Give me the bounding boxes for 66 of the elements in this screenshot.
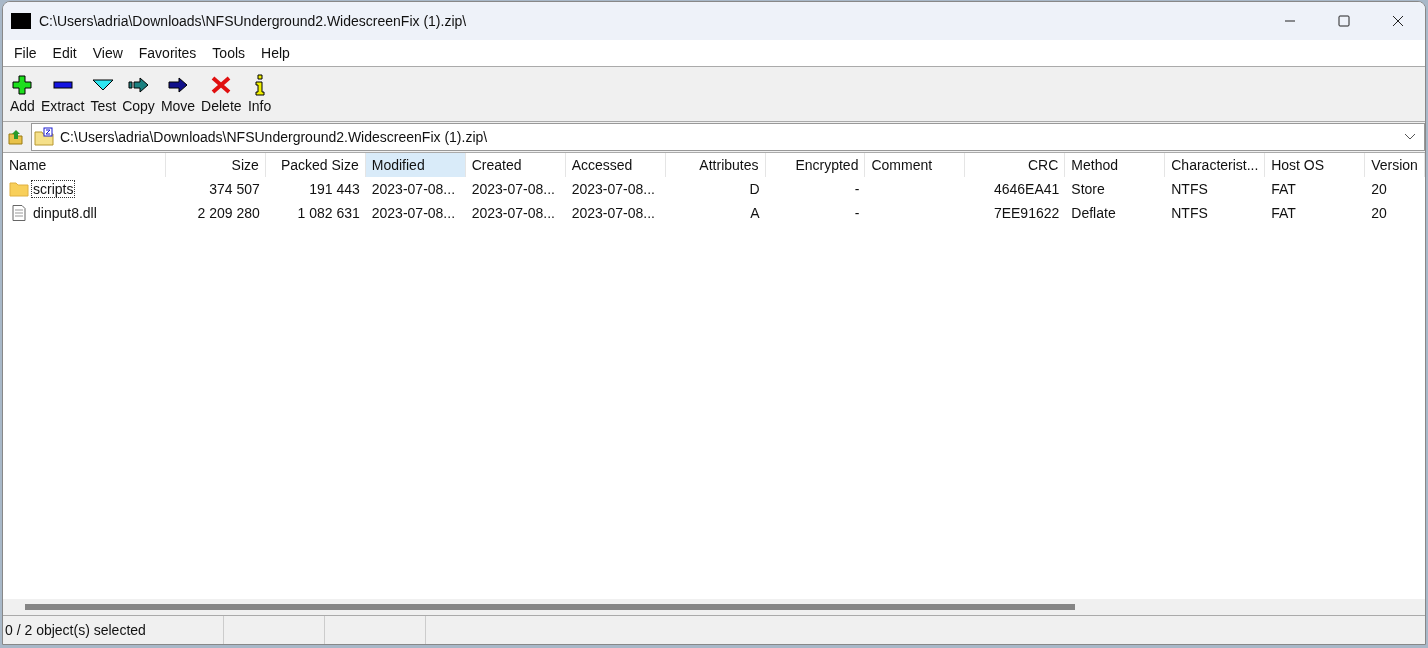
- table-cell: -: [854, 181, 860, 197]
- app-logo-icon: [11, 13, 31, 29]
- table-cell: 191 443: [309, 181, 360, 197]
- table-cell: Store: [1071, 181, 1105, 197]
- window-title: C:\Users\adria\Downloads\NFSUnderground2.WidescreenFix (1).zip\: [39, 13, 467, 29]
- dropdown-caret-icon[interactable]: [1404, 133, 1416, 141]
- column-header[interactable]: Name: [3, 153, 166, 177]
- column-header[interactable]: Packed Size: [265, 153, 366, 177]
- column-header[interactable]: CRC: [965, 153, 1066, 177]
- menu-item[interactable]: View: [84, 45, 131, 61]
- folder-icon: [9, 181, 29, 197]
- menu-item[interactable]: Favorites: [130, 45, 205, 61]
- scrollbar-thumb[interactable]: [25, 604, 1075, 610]
- table-cell: 2023-07-08...: [571, 181, 655, 197]
- table-cell: 2023-07-08...: [571, 205, 655, 221]
- table-cell: -: [854, 205, 860, 221]
- toolbar-button[interactable]: Copy: [119, 74, 158, 114]
- column-header[interactable]: Size: [165, 153, 266, 177]
- table-cell: 374 507: [209, 181, 260, 197]
- copy-arrow-icon: [126, 74, 151, 96]
- table-cell: 1 082 631: [297, 205, 360, 221]
- table-cell: 2023-07-08...: [471, 205, 555, 221]
- column-header[interactable]: Accessed: [565, 153, 666, 177]
- menu-item[interactable]: Help: [253, 45, 298, 61]
- arrow-icon: [166, 74, 190, 96]
- table-cell: 2 209 280: [197, 205, 260, 221]
- table-cell: 20: [1371, 205, 1387, 221]
- file-name[interactable]: scripts: [31, 180, 76, 198]
- toolbar-button[interactable]: Extract: [37, 74, 88, 114]
- table-cell: NTFS: [1171, 205, 1208, 221]
- table-cell: 7EE91622: [993, 205, 1060, 221]
- table-cell: 20: [1371, 181, 1387, 197]
- up-folder-icon[interactable]: [7, 128, 25, 146]
- table-cell: FAT: [1271, 205, 1296, 221]
- table-cell: 2023-07-08...: [371, 181, 456, 197]
- toolbar-button[interactable]: Test: [87, 74, 120, 114]
- menu-item[interactable]: Tools: [204, 45, 254, 61]
- column-header[interactable]: Method: [1065, 153, 1166, 177]
- table-cell: NTFS: [1171, 181, 1208, 197]
- column-header[interactable]: Version: [1365, 153, 1425, 177]
- column-header[interactable]: Modified: [365, 153, 466, 177]
- toolbar-button[interactable]: Info: [244, 74, 275, 114]
- column-header[interactable]: Attributes: [665, 153, 766, 177]
- table-cell: 4646EA41: [993, 181, 1060, 197]
- toolbar-button[interactable]: Delete: [198, 74, 245, 114]
- table-cell: Deflate: [1071, 205, 1116, 221]
- table-cell: A: [750, 205, 760, 221]
- column-header[interactable]: Characterist...: [1165, 153, 1266, 177]
- table-cell: 2023-07-08...: [371, 205, 456, 221]
- menu-item[interactable]: File: [6, 45, 45, 61]
- column-header[interactable]: Comment: [865, 153, 966, 177]
- file-name[interactable]: dinput8.dll: [31, 204, 99, 222]
- table-cell: D: [749, 181, 760, 197]
- toolbar-button[interactable]: Move: [157, 74, 199, 114]
- address-field[interactable]: C:\Users\adria\Downloads\NFSUnderground2.WidescreenFix (1).zip\: [31, 123, 1425, 151]
- menu-item[interactable]: Edit: [44, 45, 85, 61]
- toolbar-button[interactable]: Add: [7, 74, 38, 114]
- file-icon: [9, 205, 29, 221]
- plus-icon: [10, 74, 35, 96]
- table-cell: 2023-07-08...: [471, 181, 555, 197]
- archive-folder-icon: [34, 127, 56, 147]
- column-header[interactable]: Created: [465, 153, 566, 177]
- column-header[interactable]: Host OS: [1265, 153, 1366, 177]
- status-text: 0 / 2 object(s) selected: [3, 616, 224, 644]
- table-cell: FAT: [1271, 181, 1296, 197]
- column-header[interactable]: Encrypted: [765, 153, 866, 177]
